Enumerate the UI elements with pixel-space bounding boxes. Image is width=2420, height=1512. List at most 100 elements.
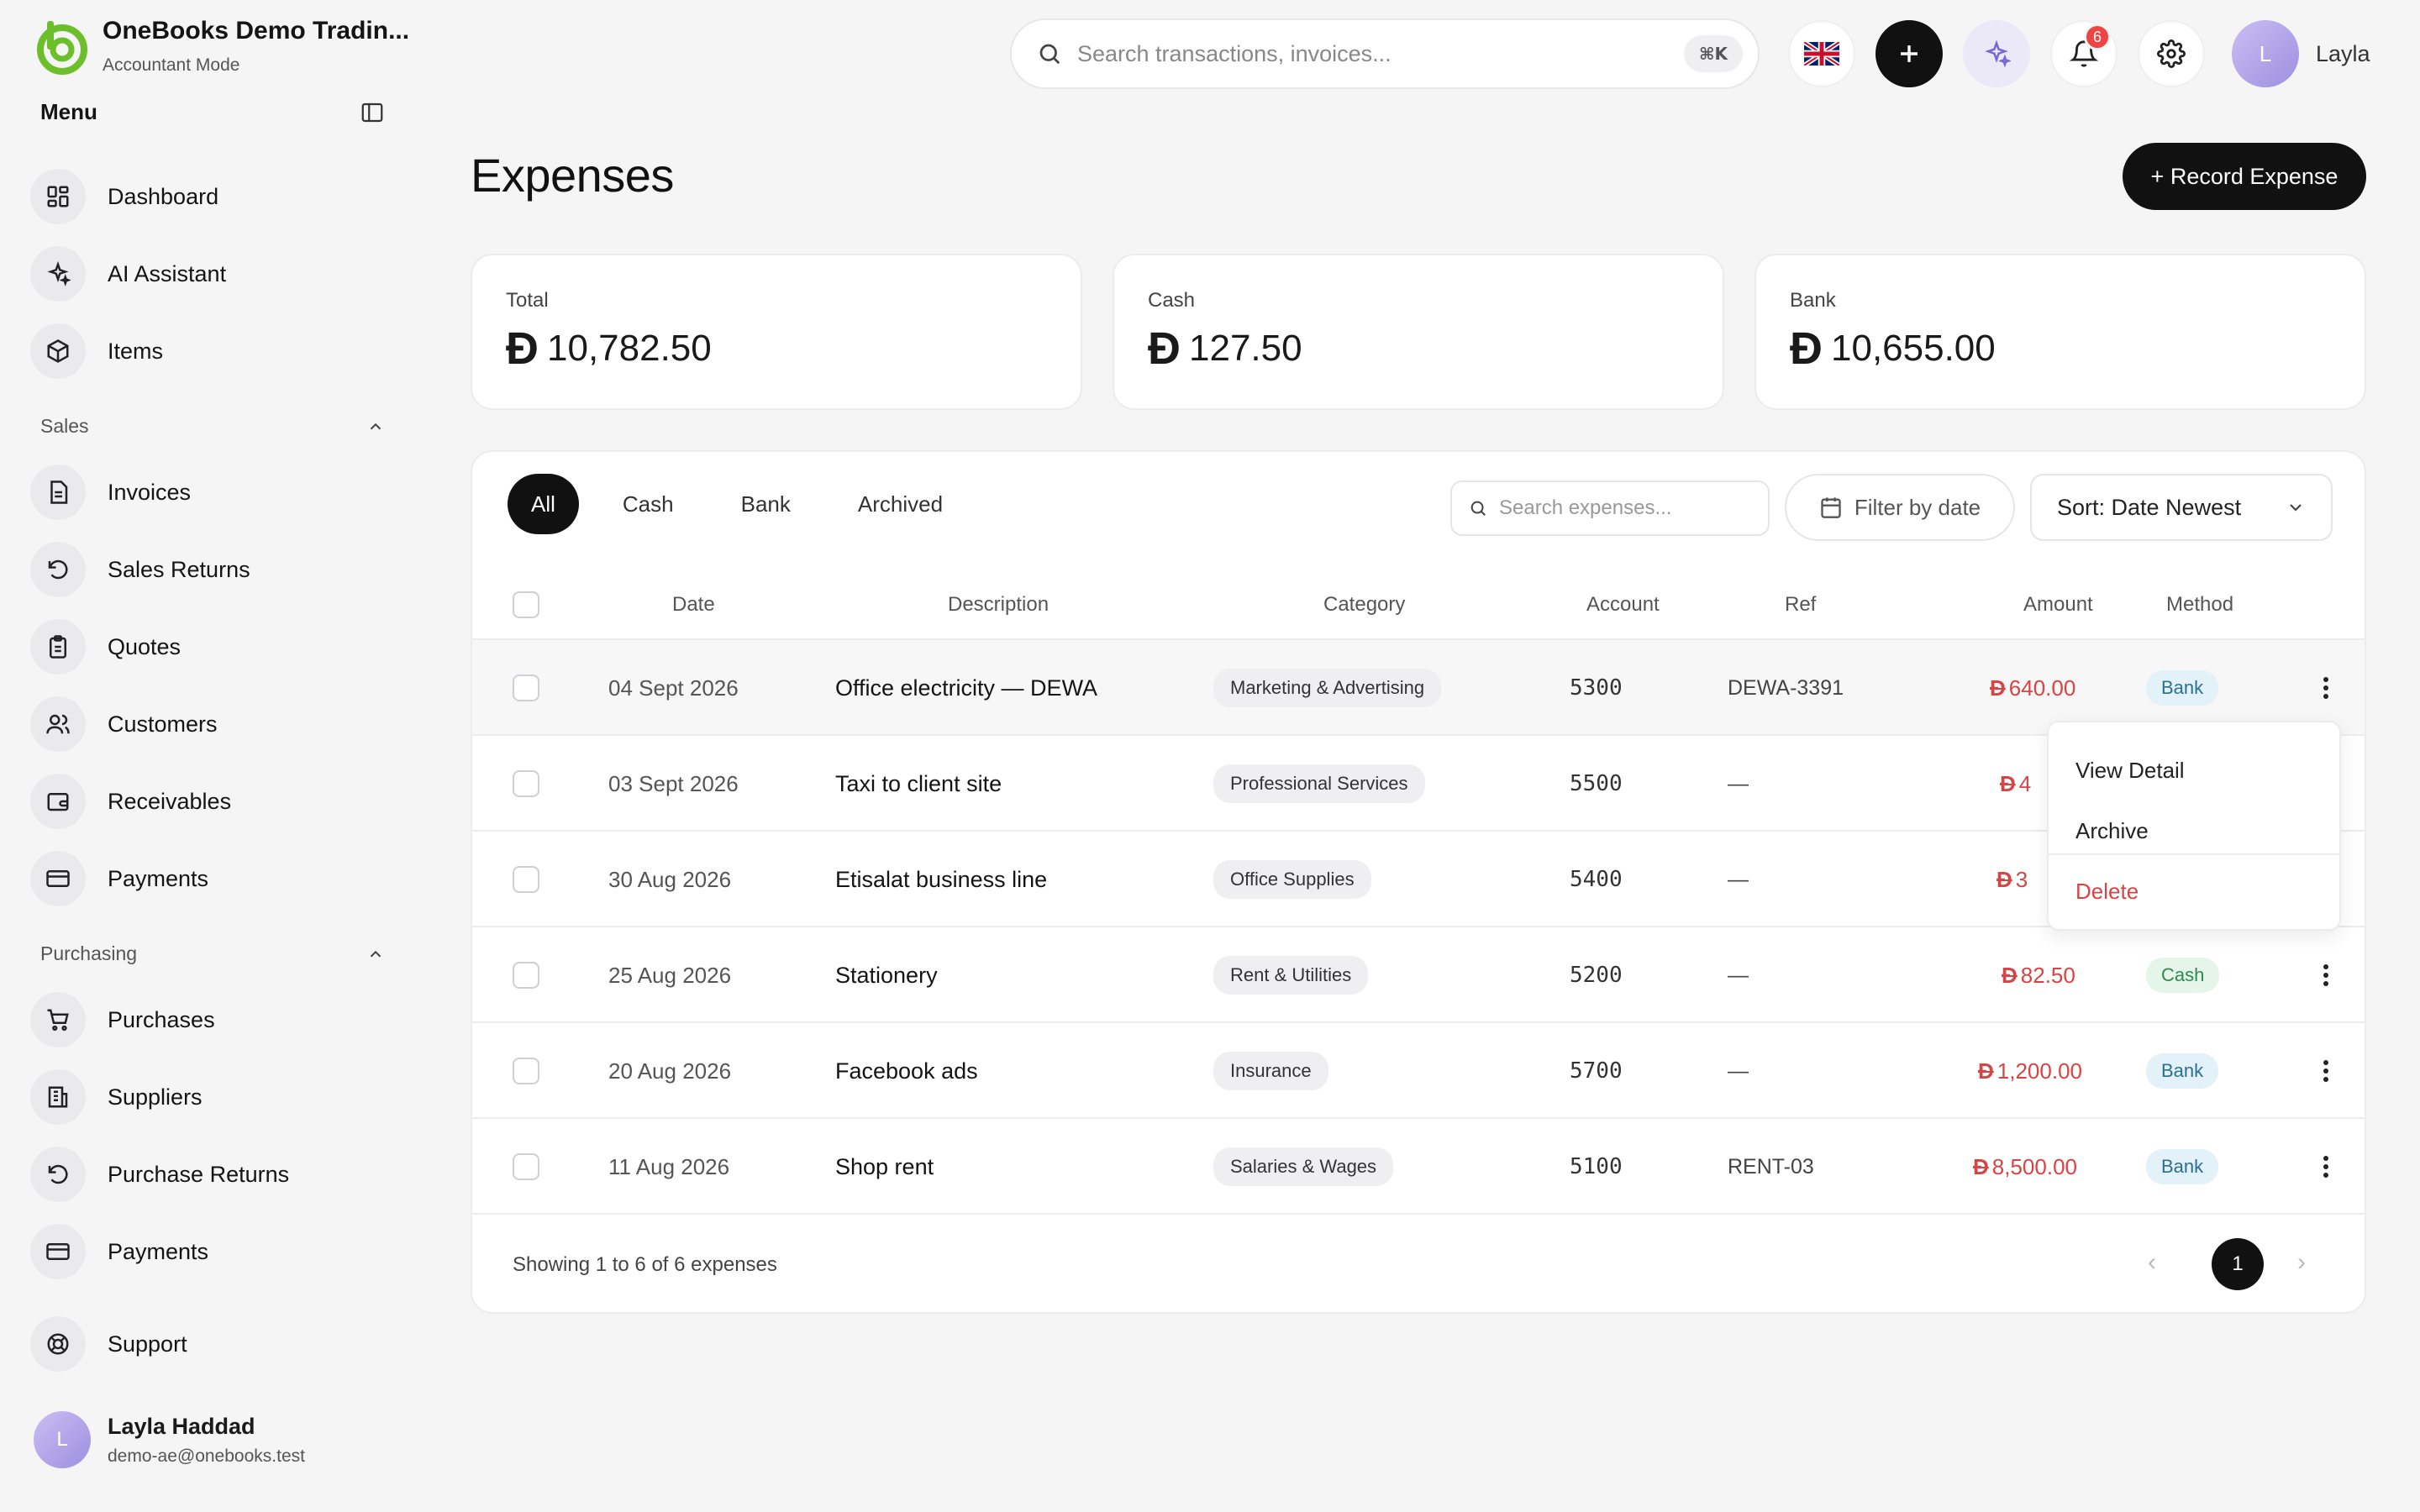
method-badge: Cash bbox=[2146, 958, 2220, 993]
method-badge: Bank bbox=[2146, 1053, 2219, 1089]
menu-item-archive[interactable]: Archive bbox=[2075, 818, 2149, 844]
table-row[interactable]: 25 Aug 2026 Stationery Rent & Utilities … bbox=[472, 927, 2365, 1023]
row-actions-button[interactable] bbox=[2309, 671, 2343, 705]
col-amount[interactable]: Amount bbox=[2023, 593, 2093, 617]
page-button[interactable]: 1 bbox=[2212, 1238, 2264, 1290]
sidebar-item-items[interactable]: Items bbox=[30, 320, 383, 382]
sidebar-item-label: AI Assistant bbox=[108, 260, 227, 286]
row-amount: 4 bbox=[2018, 770, 2032, 796]
currency-icon: Đ bbox=[1148, 323, 1181, 374]
col-category[interactable]: Category bbox=[1323, 593, 1405, 617]
notifications-button[interactable]: 6 bbox=[2050, 20, 2118, 87]
sidebar-item-label: Invoices bbox=[108, 479, 192, 505]
search-icon bbox=[1470, 501, 1486, 516]
row-actions-button[interactable] bbox=[2309, 1150, 2343, 1184]
prev-page-button[interactable]: ‹ bbox=[2148, 1248, 2156, 1277]
sidebar-item-label: Receivables bbox=[108, 788, 232, 814]
col-ref[interactable]: Ref bbox=[1785, 593, 1816, 617]
row-actions-button[interactable] bbox=[2309, 958, 2343, 992]
sidebar-item-support[interactable]: Support bbox=[30, 1313, 383, 1375]
row-account: 5200 bbox=[1570, 963, 1623, 988]
brand[interactable]: OneBooks Demo Tradin... Accountant Mode bbox=[32, 17, 409, 76]
sidebar-item-ai-assistant[interactable]: AI Assistant bbox=[30, 243, 383, 305]
row-amount: 3 bbox=[2015, 866, 2028, 892]
user-menu[interactable]: L Layla bbox=[2232, 20, 2370, 87]
sidebar-item-label: Quotes bbox=[108, 633, 182, 659]
stat-card-total: Total Đ 10,782.50 bbox=[471, 254, 1082, 410]
col-date[interactable]: Date bbox=[672, 593, 715, 617]
uk-flag-icon bbox=[1804, 42, 1839, 66]
tab-archived[interactable]: Archived bbox=[834, 474, 966, 534]
col-method[interactable]: Method bbox=[2166, 593, 2233, 617]
col-account[interactable]: Account bbox=[1586, 593, 1660, 617]
quick-add-button[interactable] bbox=[1876, 20, 1943, 87]
sidebar-item-receivables[interactable]: Receivables bbox=[30, 770, 383, 832]
tab-all[interactable]: All bbox=[508, 474, 579, 534]
row-checkbox[interactable] bbox=[513, 962, 539, 989]
row-ref: — bbox=[1728, 1058, 1749, 1083]
currency-icon: Đ bbox=[1996, 866, 2012, 892]
sidebar-item-label: Support bbox=[108, 1331, 187, 1357]
search-icon bbox=[1039, 44, 1060, 65]
sidebar-item-customers[interactable]: Customers bbox=[30, 693, 383, 755]
menu-item-view-detail[interactable]: View Detail bbox=[2075, 758, 2185, 784]
next-page-button[interactable]: › bbox=[2297, 1248, 2306, 1277]
pagination-summary: Showing 1 to 6 of 6 expenses bbox=[513, 1253, 777, 1276]
box-icon bbox=[47, 339, 69, 363]
sales-section-header[interactable]: Sales bbox=[40, 415, 385, 438]
row-checkbox[interactable] bbox=[513, 770, 539, 797]
tab-bank[interactable]: Bank bbox=[718, 474, 814, 534]
sidebar-item-invoices[interactable]: Invoices bbox=[30, 461, 383, 523]
sidebar-item-suppliers[interactable]: Suppliers bbox=[30, 1066, 383, 1128]
sidebar-item-purchase-returns[interactable]: Purchase Returns bbox=[30, 1143, 383, 1205]
sidebar-item-payments[interactable]: Payments bbox=[30, 848, 383, 910]
settings-button[interactable] bbox=[2138, 20, 2205, 87]
sidebar-item-sales-returns[interactable]: Sales Returns bbox=[30, 538, 383, 601]
row-checkbox[interactable] bbox=[513, 866, 539, 893]
building-icon bbox=[48, 1086, 68, 1108]
sidebar-item-quotes[interactable]: Quotes bbox=[30, 616, 383, 678]
select-all-checkbox[interactable] bbox=[513, 591, 539, 618]
sidebar-user[interactable]: L Layla Haddad demo-ae@onebooks.test bbox=[34, 1411, 305, 1468]
sidebar-item-purchase-payments[interactable]: Payments bbox=[30, 1221, 383, 1283]
menu-item-delete[interactable]: Delete bbox=[2075, 879, 2139, 905]
shortcut-hint: ⌘K bbox=[1683, 35, 1743, 72]
table-row[interactable]: 11 Aug 2026 Shop rent Salaries & Wages 5… bbox=[472, 1119, 2365, 1215]
row-ref: — bbox=[1728, 963, 1749, 987]
expense-search-input[interactable] bbox=[1499, 496, 1751, 520]
currency-icon: Đ bbox=[1978, 1058, 1994, 1084]
category-pill: Salaries & Wages bbox=[1213, 1147, 1394, 1186]
sidebar-toggle-icon[interactable] bbox=[360, 100, 385, 125]
table-row[interactable]: 20 Aug 2026 Facebook ads Insurance 5700 … bbox=[472, 1023, 2365, 1119]
tab-cash[interactable]: Cash bbox=[599, 474, 697, 534]
sidebar-item-dashboard[interactable]: Dashboard bbox=[30, 165, 383, 228]
language-button[interactable] bbox=[1788, 20, 1855, 87]
brand-name: OneBooks Demo Tradin... bbox=[103, 17, 410, 45]
sidebar-item-purchases[interactable]: Purchases bbox=[30, 989, 383, 1051]
row-description: Stationery bbox=[835, 962, 938, 988]
sort-select[interactable]: Sort: Date Newest bbox=[2030, 474, 2333, 541]
col-description[interactable]: Description bbox=[948, 593, 1049, 617]
sales-section-label: Sales bbox=[40, 415, 89, 437]
ai-button[interactable] bbox=[1963, 20, 2030, 87]
sidebar-item-label: Suppliers bbox=[108, 1084, 203, 1110]
global-search-input[interactable] bbox=[1077, 40, 1684, 67]
row-checkbox[interactable] bbox=[513, 1058, 539, 1084]
row-date: 30 Aug 2026 bbox=[608, 866, 732, 892]
sidebar-item-label: Sales Returns bbox=[108, 556, 250, 582]
users-icon bbox=[46, 714, 70, 734]
filter-by-date-button[interactable]: Filter by date bbox=[1785, 474, 2015, 541]
global-search[interactable]: ⌘K bbox=[1010, 18, 1760, 89]
avatar: L bbox=[34, 1411, 91, 1468]
currency-icon: Đ bbox=[2002, 962, 2018, 988]
expense-search[interactable] bbox=[1450, 480, 1770, 536]
sparkles-icon bbox=[1985, 39, 2011, 68]
row-description: Office electricity — DEWA bbox=[835, 675, 1098, 701]
record-expense-button[interactable]: + Record Expense bbox=[2123, 143, 2366, 210]
row-checkbox[interactable] bbox=[513, 1153, 539, 1180]
sort-label: Sort: Date Newest bbox=[2057, 494, 2242, 520]
row-checkbox[interactable] bbox=[513, 675, 539, 701]
purchasing-section-header[interactable]: Purchasing bbox=[40, 942, 385, 965]
cart-icon bbox=[47, 1009, 69, 1032]
row-actions-button[interactable] bbox=[2309, 1054, 2343, 1088]
